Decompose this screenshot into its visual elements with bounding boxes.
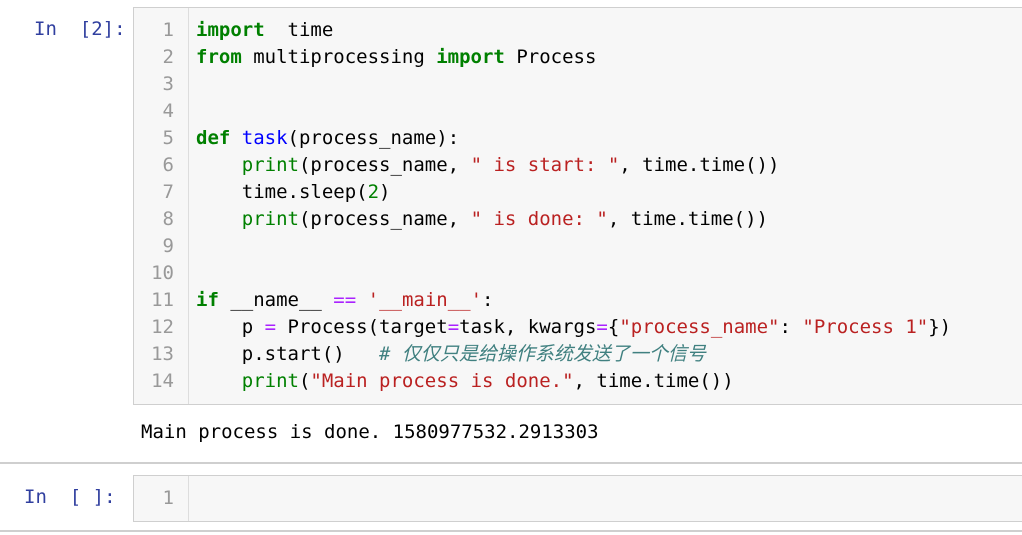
code-token: task [241, 127, 288, 149]
code-token: "process_name" [619, 316, 780, 338]
code-token: : [779, 316, 803, 338]
code-token: (process_name, [298, 208, 471, 230]
cell-separator [0, 462, 1022, 464]
code-token: def [196, 127, 231, 149]
code-token: "Process 1" [802, 316, 929, 338]
code-token: import [436, 46, 505, 68]
line-number: 6 [162, 154, 174, 176]
code-line[interactable]: p = Process(target=task, kwargs={"proces… [196, 314, 951, 341]
code-token: " is start: " [470, 154, 620, 176]
code-token: p [196, 316, 265, 338]
code-editor[interactable]: 1 import time 2 from multiprocessing import… [133, 7, 1022, 405]
code-cell-2[interactable]: In [ ]: 1 [0, 466, 1022, 532]
code-token: ( [298, 370, 311, 392]
line-number: 3 [162, 73, 174, 95]
code-token: __name__ [218, 289, 334, 311]
line-number: 11 [151, 289, 174, 311]
code-token: if [196, 289, 219, 311]
code-token: , time.time()) [573, 370, 734, 392]
line-number: 12 [151, 316, 174, 338]
code-token: print [241, 208, 299, 230]
code-token: = [264, 316, 277, 338]
code-token: Process(target [276, 316, 448, 338]
code-line[interactable]: import time [196, 17, 333, 44]
code-token: = [447, 316, 460, 338]
code-token: print [241, 154, 299, 176]
input-prompt: In [ ]: [24, 486, 116, 508]
code-token: p.start() [196, 343, 380, 365]
code-token: print [241, 370, 299, 392]
code-line[interactable]: def task(process_name): [196, 125, 459, 152]
code-token: { [607, 316, 620, 338]
code-token: : [482, 289, 494, 311]
code-line[interactable]: if __name__ == '__main__': [196, 287, 493, 314]
code-token: task, kwargs [459, 316, 597, 338]
line-number: 13 [151, 343, 174, 365]
cell-separator [0, 530, 1022, 532]
code-editor[interactable]: 1 [133, 475, 1022, 522]
code-line[interactable]: p.start() # 仅仅只是给操作系统发送了一个信号 [196, 341, 706, 368]
code-token: , time.time()) [607, 208, 768, 230]
code-token: "Main process is done." [310, 370, 574, 392]
line-number: 5 [162, 127, 174, 149]
code-token: 2 [367, 181, 380, 203]
code-token: Process [504, 46, 597, 68]
code-token: ) [379, 181, 391, 203]
code-token: time [264, 19, 334, 41]
code-token: = [596, 316, 608, 338]
line-number: 2 [162, 46, 174, 68]
code-line[interactable]: print(process_name, " is done: ", time.t… [196, 206, 768, 233]
code-cell-1[interactable]: In [2]: 1 import time 2 from multiprocessin… [0, 0, 1022, 460]
code-line[interactable]: print("Main process is done.", time.time… [196, 368, 734, 395]
code-token: '__main__' [367, 289, 483, 311]
code-token: , time.time()) [619, 154, 780, 176]
line-number: 7 [162, 181, 174, 203]
line-number: 1 [162, 487, 174, 509]
code-token: }) [928, 316, 952, 338]
code-token: time.sleep( [196, 181, 368, 203]
cell-output: Main process is done. 1580977532.2913303 [141, 421, 599, 443]
code-token: (process_name): [287, 127, 460, 149]
line-number: 9 [162, 235, 174, 257]
code-token: # 仅仅只是给操作系统发送了一个信号 [379, 343, 706, 365]
line-number: 4 [162, 100, 174, 122]
code-token: import [196, 19, 265, 41]
code-line[interactable]: time.sleep(2) [196, 179, 391, 206]
code-line[interactable]: from multiprocessing import Process [196, 44, 596, 71]
code-token: " is done: " [470, 208, 608, 230]
line-number: 14 [151, 370, 174, 392]
code-token: multiprocessing [241, 46, 437, 68]
line-number: 10 [151, 262, 174, 284]
line-number: 1 [162, 19, 174, 41]
code-token: from [196, 46, 242, 68]
code-token: (process_name, [298, 154, 471, 176]
code-line[interactable]: print(process_name, " is start: ", time.… [196, 152, 780, 179]
input-prompt: In [2]: [34, 18, 126, 40]
code-token: == [333, 289, 357, 311]
line-number: 8 [162, 208, 174, 230]
